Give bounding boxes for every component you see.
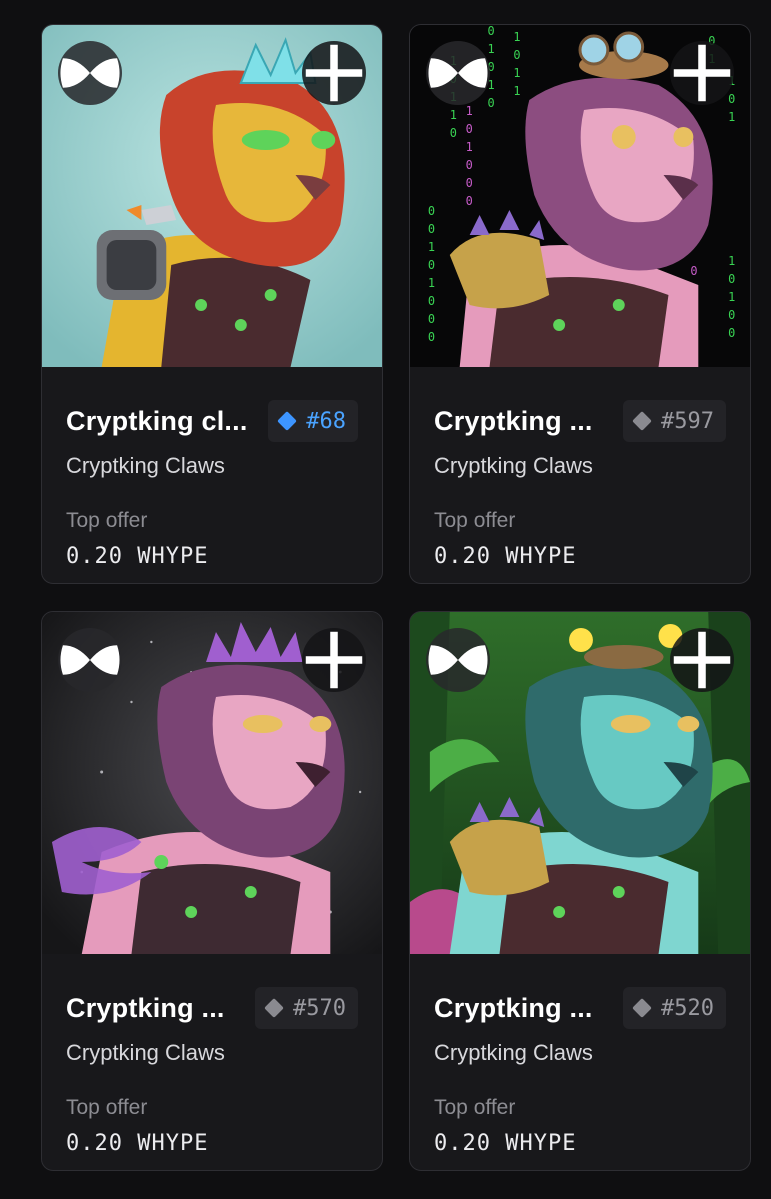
top-offer-label: Top offer <box>434 1096 516 1119</box>
svg-text:0: 0 <box>428 258 435 272</box>
top-offer-value: 0.20 WHYPE <box>434 1131 577 1156</box>
collection-name[interactable]: Cryptking Claws <box>434 453 593 479</box>
plus-icon <box>305 631 363 689</box>
title-row: Cryptking ... #520 <box>434 987 726 1031</box>
add-to-cart-button[interactable] <box>670 41 734 105</box>
diamond-icon <box>632 411 652 431</box>
svg-text:1: 1 <box>428 240 435 254</box>
add-to-cart-button[interactable] <box>302 628 366 692</box>
collection-name[interactable]: Cryptking Claws <box>66 1040 225 1066</box>
svg-text:1: 1 <box>466 104 473 118</box>
title-row: Cryptking ... #597 <box>434 400 726 444</box>
svg-text:0: 0 <box>466 176 473 190</box>
rank-value: #68 <box>306 408 346 434</box>
svg-text:0: 0 <box>466 158 473 172</box>
nft-image[interactable]: 10110 01010 1011 00101000 10110100 01 10… <box>410 25 750 367</box>
nft-title[interactable]: Cryptking ... <box>66 993 225 1024</box>
nft-card[interactable]: Cryptking ... #570 Cryptking Claws Top o… <box>41 611 383 1171</box>
top-offer-label: Top offer <box>66 1096 148 1119</box>
rank-value: #570 <box>293 995 346 1021</box>
svg-text:1: 1 <box>728 254 735 268</box>
collection-name[interactable]: Cryptking Claws <box>434 1040 593 1066</box>
svg-text:1: 1 <box>450 108 457 122</box>
add-to-cart-button[interactable] <box>302 41 366 105</box>
bow-tie-icon <box>60 58 120 88</box>
top-offer-value: 0.20 WHYPE <box>66 544 209 569</box>
svg-text:0: 0 <box>690 264 697 278</box>
rank-badge: #597 <box>623 400 726 442</box>
bow-tie-icon <box>60 645 120 675</box>
svg-text:0: 0 <box>728 326 735 340</box>
rank-value: #520 <box>661 995 714 1021</box>
svg-text:0: 0 <box>428 222 435 236</box>
svg-text:1: 1 <box>466 140 473 154</box>
bow-tie-icon <box>428 58 488 88</box>
collection-name[interactable]: Cryptking Claws <box>66 453 225 479</box>
collection-badge <box>426 41 490 105</box>
nft-image[interactable] <box>410 612 750 954</box>
svg-text:0: 0 <box>428 204 435 218</box>
nft-title[interactable]: Cryptking ... <box>434 406 593 437</box>
nft-info: Cryptking ... #597 Cryptking Claws Top o… <box>410 367 750 583</box>
plus-icon <box>305 44 363 102</box>
svg-text:1: 1 <box>428 276 435 290</box>
nft-card[interactable]: Cryptking cl... #68 Cryptking Claws Top … <box>41 24 383 584</box>
svg-text:0: 0 <box>428 312 435 326</box>
diamond-icon <box>264 998 284 1018</box>
svg-text:1: 1 <box>513 30 520 44</box>
nft-title[interactable]: Cryptking cl... <box>66 406 248 437</box>
top-offer-label: Top offer <box>434 509 516 532</box>
svg-text:1: 1 <box>728 290 735 304</box>
title-row: Cryptking ... #570 <box>66 987 358 1031</box>
svg-text:1: 1 <box>513 84 520 98</box>
plus-icon <box>673 631 731 689</box>
svg-text:0: 0 <box>428 294 435 308</box>
top-offer-value: 0.20 WHYPE <box>434 544 577 569</box>
collection-badge <box>58 628 122 692</box>
svg-text:0: 0 <box>728 308 735 322</box>
add-to-cart-button[interactable] <box>670 628 734 692</box>
rank-value: #597 <box>661 408 714 434</box>
nft-title[interactable]: Cryptking ... <box>434 993 593 1024</box>
title-row: Cryptking cl... #68 <box>66 400 358 444</box>
svg-text:1: 1 <box>728 110 735 124</box>
nft-card[interactable]: 10110 01010 1011 00101000 10110100 01 10… <box>409 24 751 584</box>
top-offer-label: Top offer <box>66 509 148 532</box>
plus-icon <box>673 44 731 102</box>
svg-text:0: 0 <box>428 330 435 344</box>
nft-info: Cryptking cl... #68 Cryptking Claws Top … <box>42 367 382 583</box>
nft-card[interactable]: Cryptking ... #520 Cryptking Claws Top o… <box>409 611 751 1171</box>
svg-text:0: 0 <box>466 194 473 208</box>
svg-text:0: 0 <box>513 48 520 62</box>
diamond-icon <box>277 411 298 431</box>
svg-text:0: 0 <box>488 25 495 38</box>
nft-info: Cryptking ... #570 Cryptking Claws Top o… <box>42 954 382 1170</box>
svg-text:0: 0 <box>728 272 735 286</box>
collection-badge <box>426 628 490 692</box>
top-offer-value: 0.20 WHYPE <box>66 1131 209 1156</box>
rank-badge: #570 <box>255 987 358 1029</box>
nft-image[interactable] <box>42 612 382 954</box>
bow-tie-icon <box>428 645 488 675</box>
nft-info: Cryptking ... #520 Cryptking Claws Top o… <box>410 954 750 1170</box>
collection-badge <box>58 41 122 105</box>
nft-image[interactable] <box>42 25 382 367</box>
svg-text:0: 0 <box>466 122 473 136</box>
rank-badge: #520 <box>623 987 726 1029</box>
diamond-icon <box>632 998 652 1018</box>
rank-badge: #68 <box>268 400 358 442</box>
nft-grid: Cryptking cl... #68 Cryptking Claws Top … <box>0 0 771 1199</box>
svg-text:0: 0 <box>450 126 457 140</box>
svg-text:1: 1 <box>513 66 520 80</box>
